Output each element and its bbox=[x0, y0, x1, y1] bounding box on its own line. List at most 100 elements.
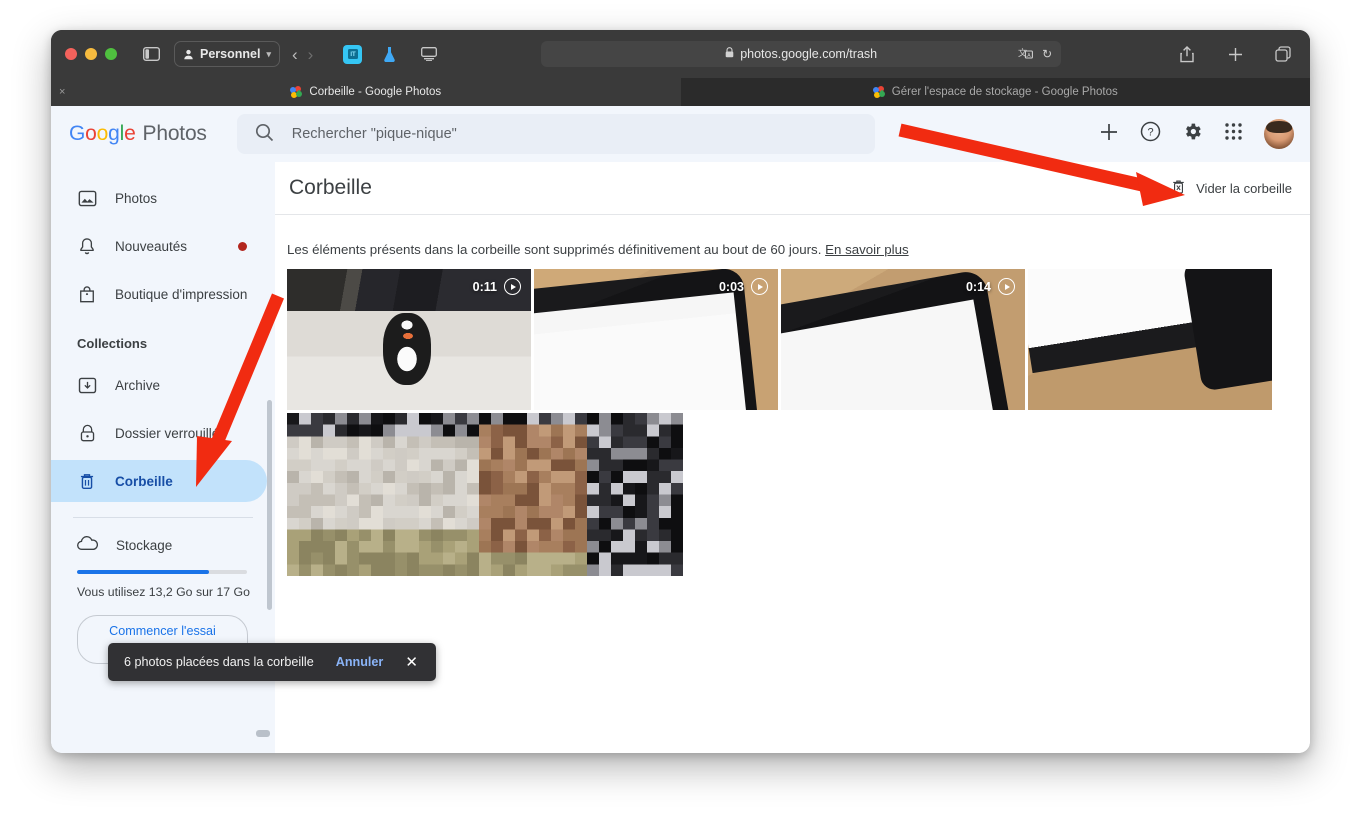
search-box[interactable]: Rechercher "pique-nique" bbox=[237, 114, 875, 154]
video-duration-text: 0:21 bbox=[1213, 280, 1238, 294]
trial-button-line1: Commencer l'essai bbox=[82, 623, 243, 640]
storage-label: Stockage bbox=[116, 538, 172, 553]
video-duration-badge: 0:14 bbox=[966, 278, 1015, 295]
sidebar-item-boutique-impression[interactable]: Boutique d'impression bbox=[51, 273, 267, 315]
reading-list-icon[interactable] bbox=[416, 41, 442, 67]
media-thumbnail[interactable]: 0:14 bbox=[781, 269, 1025, 410]
screenshot-root: Personnel ▾ ‹ › IT bbox=[0, 0, 1360, 816]
learn-more-link[interactable]: En savoir plus bbox=[825, 242, 909, 257]
media-thumbnail[interactable]: 0:03 bbox=[534, 269, 778, 410]
sidebar-toggle-icon[interactable] bbox=[138, 41, 164, 67]
flask-extension-icon[interactable] bbox=[376, 41, 402, 67]
app-header: GooglePhotos Rechercher "pique-nique" ? bbox=[51, 106, 1310, 162]
cloud-icon bbox=[77, 536, 98, 554]
tab-close-icon[interactable]: × bbox=[59, 78, 65, 106]
extension-blue-icon[interactable]: IT bbox=[343, 45, 362, 64]
translate-icon[interactable]: 文A bbox=[1018, 47, 1033, 62]
logo-letter: o bbox=[85, 122, 96, 146]
toolbar-right-actions bbox=[1174, 41, 1296, 67]
storage-header[interactable]: Stockage bbox=[77, 536, 253, 554]
pixelated-photo bbox=[287, 413, 683, 576]
sidebar-scrollbar[interactable] bbox=[267, 400, 272, 610]
maximize-window-button[interactable] bbox=[105, 48, 117, 60]
toast-close-icon[interactable]: ✕ bbox=[405, 653, 418, 671]
sidebar-item-dossier-verrouille[interactable]: Dossier verrouillé bbox=[51, 412, 267, 454]
svg-text:IT: IT bbox=[350, 52, 356, 58]
apps-grid-icon[interactable] bbox=[1224, 122, 1243, 146]
media-thumbnail[interactable]: 0:11 bbox=[287, 269, 531, 410]
search-placeholder: Rechercher "pique-nique" bbox=[292, 126, 457, 142]
play-icon bbox=[998, 278, 1015, 295]
help-button[interactable]: ? bbox=[1140, 121, 1161, 147]
lock-icon bbox=[77, 423, 97, 443]
settings-gear-icon[interactable] bbox=[1182, 121, 1203, 147]
empty-trash-label: Vider la corbeille bbox=[1196, 181, 1292, 196]
sidebar-item-label: Nouveautés bbox=[115, 239, 187, 254]
video-duration-text: 0:14 bbox=[966, 280, 991, 294]
logo-letter: g bbox=[108, 122, 119, 146]
media-thumbnail[interactable]: 0:21 bbox=[1028, 269, 1272, 410]
empty-trash-button[interactable]: Vider la corbeille bbox=[1171, 179, 1292, 198]
minimize-window-button[interactable] bbox=[85, 48, 97, 60]
sidebar-section-collections: Collections bbox=[51, 318, 275, 361]
media-thumbnail-pixelated[interactable] bbox=[287, 413, 683, 576]
reload-icon[interactable]: ↻ bbox=[1042, 47, 1052, 61]
page-title: Corbeille bbox=[289, 176, 372, 200]
trash-info-sentence: Les éléments présents dans la corbeille … bbox=[287, 242, 821, 257]
sidebar-item-label: Dossier verrouillé bbox=[115, 426, 219, 441]
play-icon bbox=[751, 278, 768, 295]
chevron-down-icon[interactable]: ▾ bbox=[266, 49, 271, 60]
browser-window: Personnel ▾ ‹ › IT bbox=[51, 30, 1310, 753]
account-avatar[interactable] bbox=[1264, 119, 1294, 149]
tab-title: Corbeille - Google Photos bbox=[309, 86, 441, 98]
notification-badge-dot bbox=[238, 242, 247, 251]
tab-title: Gérer l'espace de stockage - Google Phot… bbox=[892, 86, 1118, 98]
tab-strip: × Corbeille - Google Photos Gérer l'espa… bbox=[51, 78, 1310, 106]
tabs-overview-icon[interactable] bbox=[1270, 41, 1296, 67]
main-header: Corbeille Vider la corbeille bbox=[275, 162, 1310, 215]
sidebar-item-nouveautes[interactable]: Nouveautés bbox=[51, 225, 267, 267]
sidebar-item-label: Boutique d'impression bbox=[115, 287, 247, 302]
profile-chip[interactable]: Personnel ▾ bbox=[174, 41, 280, 67]
share-icon[interactable] bbox=[1174, 41, 1200, 67]
storage-progress-fill bbox=[77, 570, 209, 574]
video-duration-badge: 0:11 bbox=[473, 278, 521, 295]
page-viewport: GooglePhotos Rechercher "pique-nique" ? bbox=[51, 106, 1310, 753]
browser-toolbar: Personnel ▾ ‹ › IT bbox=[51, 30, 1310, 78]
photo-icon bbox=[77, 188, 97, 208]
sidebar-item-photos[interactable]: Photos bbox=[51, 177, 267, 219]
logo-word-photos: Photos bbox=[143, 122, 207, 146]
lock-icon bbox=[725, 47, 734, 61]
forward-button[interactable]: › bbox=[308, 46, 314, 63]
bell-icon bbox=[77, 236, 97, 256]
search-icon bbox=[255, 123, 274, 146]
window-traffic-lights bbox=[65, 48, 117, 60]
logo-letter: o bbox=[97, 122, 108, 146]
sidebar-resize-handle[interactable] bbox=[256, 730, 270, 737]
new-tab-icon[interactable] bbox=[1222, 41, 1248, 67]
trash-icon bbox=[77, 471, 97, 491]
profile-name: Personnel bbox=[200, 47, 260, 61]
sidebar-item-archive[interactable]: Archive bbox=[51, 364, 267, 406]
back-button[interactable]: ‹ bbox=[292, 46, 298, 63]
svg-text:?: ? bbox=[1147, 127, 1153, 139]
undo-button[interactable]: Annuler bbox=[336, 655, 384, 669]
google-photos-favicon bbox=[290, 86, 302, 98]
video-duration-text: 0:03 bbox=[719, 280, 744, 294]
person-icon bbox=[183, 49, 194, 60]
video-duration-text: 0:11 bbox=[473, 280, 497, 294]
storage-progress-track bbox=[77, 570, 247, 574]
archive-icon bbox=[77, 375, 97, 395]
create-button[interactable] bbox=[1099, 122, 1119, 147]
navigation-arrows: ‹ › bbox=[292, 46, 313, 63]
tab-corbeille[interactable]: Corbeille - Google Photos bbox=[51, 78, 681, 106]
extension-icons: IT bbox=[343, 41, 442, 67]
logo-letter: G bbox=[69, 122, 85, 146]
address-bar[interactable]: photos.google.com/trash 文A ↻ bbox=[541, 41, 1061, 67]
google-photos-logo[interactable]: GooglePhotos bbox=[69, 122, 207, 146]
close-window-button[interactable] bbox=[65, 48, 77, 60]
sidebar-item-label: Corbeille bbox=[115, 474, 173, 489]
tab-gerer-espace-stockage[interactable]: Gérer l'espace de stockage - Google Phot… bbox=[681, 78, 1311, 106]
address-bar-url: photos.google.com/trash bbox=[740, 47, 877, 61]
sidebar-item-corbeille[interactable]: Corbeille bbox=[51, 460, 267, 502]
